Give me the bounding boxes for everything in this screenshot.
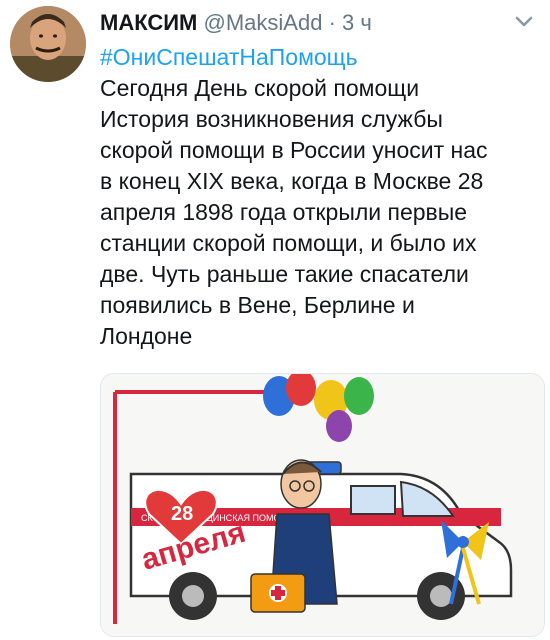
- cross-icon: [250, 573, 306, 613]
- avatar[interactable]: [10, 6, 86, 82]
- hashtag-link[interactable]: #ОниСпешатНаПомощь: [100, 42, 540, 73]
- tweet-time[interactable]: 3 ч: [342, 10, 372, 35]
- tweet-line: две. Чуть раньше такие спасатели: [100, 261, 469, 287]
- author-handle[interactable]: @MaksiAdd: [204, 10, 323, 35]
- tweet-line: Лондоне: [100, 323, 193, 349]
- tweet-line: Сегодня День скорой помощи: [100, 75, 420, 101]
- tweet-header: МАКСИМ @MaksiAdd · 3 ч: [100, 8, 500, 38]
- tweet-line: в конец XIX века, когда в Москве 28: [100, 168, 484, 194]
- tweet-line: появились в Вене, Берлине и: [100, 292, 415, 318]
- chevron-down-icon[interactable]: [514, 14, 534, 30]
- ambulance-illustration: СКОРАЯ МЕДИЦИНСКАЯ ПОМОЩЬ 28 апреля: [101, 374, 544, 636]
- tweet-line: станции скорой помощи, и было их: [100, 230, 477, 256]
- separator-dot: ·: [328, 10, 336, 35]
- heart-number: 28: [171, 503, 193, 525]
- tweet-line: скорой помощи в России уносит нас: [100, 137, 488, 163]
- tweet-text: #ОниСпешатНаПомощь Сегодня День скорой п…: [100, 42, 540, 352]
- tweet-line: апреля 1898 года открыли первые: [100, 199, 468, 225]
- author-name[interactable]: МАКСИМ: [100, 10, 197, 35]
- tweet-line: История возникновения службы: [100, 106, 443, 132]
- tweet-image[interactable]: СКОРАЯ МЕДИЦИНСКАЯ ПОМОЩЬ 28 апреля: [100, 373, 545, 637]
